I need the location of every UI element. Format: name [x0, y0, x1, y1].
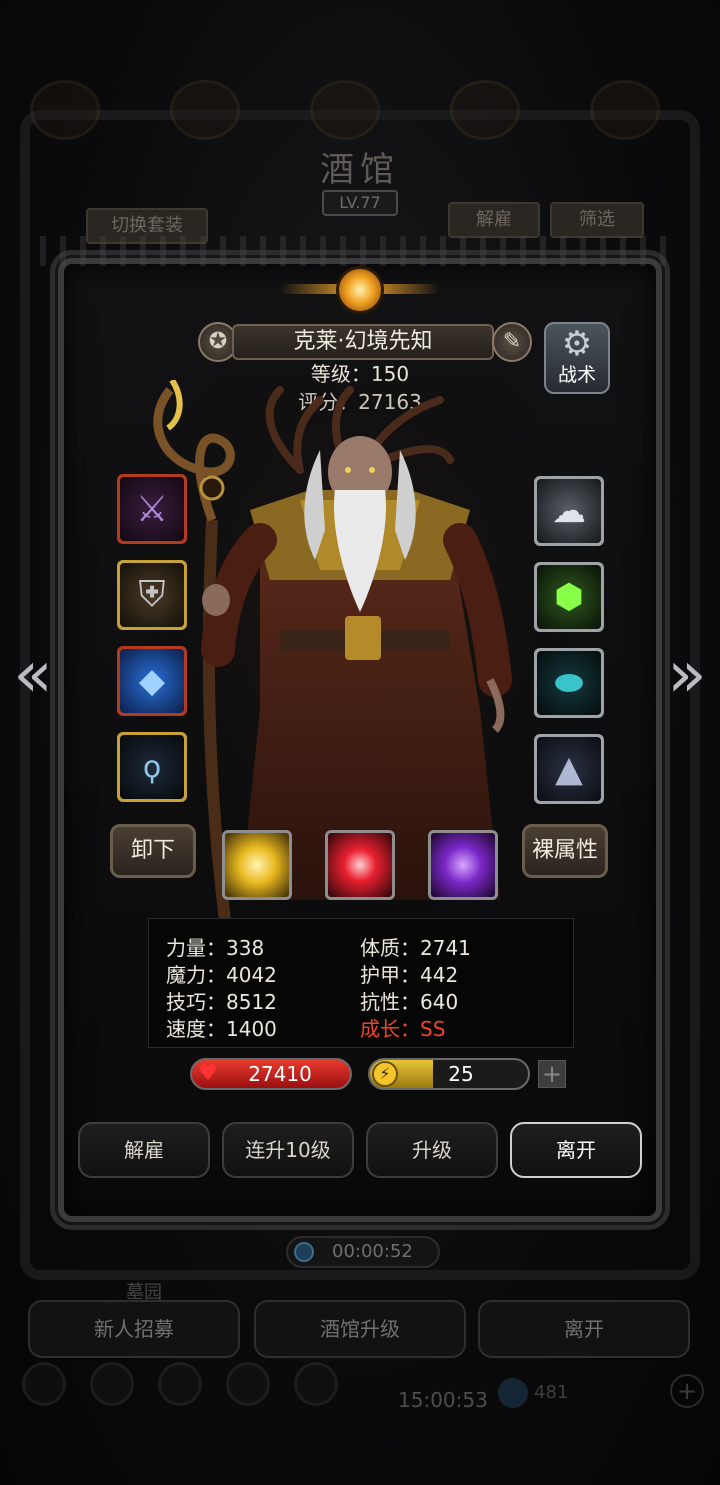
- equip-slot-armor[interactable]: ⛨: [117, 560, 187, 630]
- attr-growth: 成长：SS: [360, 1017, 446, 1041]
- tavern-title: 酒馆: [320, 150, 400, 190]
- hp-bar: ♥ 27410: [190, 1058, 352, 1090]
- unequip-button[interactable]: 卸下: [110, 824, 196, 878]
- level-up-button[interactable]: 升级: [366, 1122, 498, 1178]
- pyramid-icon: ▲: [555, 748, 583, 790]
- equip-slot-necklace[interactable]: ϙ: [117, 732, 187, 802]
- top-icon: [590, 80, 660, 140]
- emblem-icon: [280, 262, 440, 316]
- bottom-nav-icons: [22, 1362, 338, 1406]
- energy-value: 25: [448, 1062, 474, 1086]
- skill-slot-2[interactable]: [325, 830, 395, 900]
- filter-button[interactable]: 筛选: [550, 202, 644, 238]
- dismiss-button[interactable]: 解雇: [78, 1122, 210, 1178]
- bg-dismiss-button[interactable]: 解雇: [448, 202, 540, 238]
- attr-constitution: 体质：2741: [360, 936, 471, 960]
- attr-resistance: 抗性：640: [360, 990, 459, 1014]
- top-icon: [30, 80, 100, 140]
- equip-slot-stone[interactable]: ⬬: [534, 648, 604, 718]
- nav-icon[interactable]: [90, 1362, 134, 1406]
- hero-name: 克莱·幻境先知: [232, 324, 494, 360]
- top-icon: [310, 80, 380, 140]
- top-icon: [450, 80, 520, 140]
- game-clock: 15:00:53: [398, 1388, 488, 1412]
- hp-value: 27410: [248, 1062, 312, 1086]
- rename-icon[interactable]: ✎: [492, 322, 532, 362]
- add-energy-button[interactable]: +: [538, 1060, 566, 1088]
- necklace-icon: ϙ: [142, 749, 162, 785]
- attr-speed: 速度：1400: [166, 1017, 277, 1041]
- tavern-timer: 00:00:52: [286, 1236, 440, 1268]
- attr-armor: 护甲：442: [360, 963, 459, 987]
- recruit-button[interactable]: 新人招募: [28, 1300, 240, 1358]
- staff-icon: ⚔: [135, 488, 169, 530]
- base-attr-button[interactable]: 裸属性: [522, 824, 608, 878]
- upgrade-tavern-button[interactable]: 酒馆升级: [254, 1300, 466, 1358]
- nav-icon[interactable]: [158, 1362, 202, 1406]
- attr-skill: 技巧：8512: [166, 990, 277, 1014]
- leave-button[interactable]: 离开: [510, 1122, 642, 1178]
- nav-icon[interactable]: [294, 1362, 338, 1406]
- gem-count: 481: [534, 1382, 569, 1403]
- skill-slot-1[interactable]: [222, 830, 292, 900]
- equip-slot-cloud[interactable]: ☁: [534, 476, 604, 546]
- top-icon: [170, 80, 240, 140]
- cloud-icon: ☁: [552, 491, 586, 531]
- crystal-icon: ⬢: [554, 577, 584, 617]
- tavern-top-icons: [20, 80, 700, 150]
- bg-leave-button[interactable]: 离开: [478, 1300, 690, 1358]
- equip-slot-weapon[interactable]: ⚔: [117, 474, 187, 544]
- heart-icon: ♥: [198, 1061, 218, 1086]
- attr-strength: 力量：338: [166, 936, 265, 960]
- prev-hero-arrow[interactable]: «: [8, 640, 58, 710]
- attr-magic: 魔力：4042: [166, 963, 277, 987]
- stone-icon: ⬬: [554, 663, 584, 703]
- gear-icon: ⚙: [561, 324, 593, 364]
- equip-slot-gem[interactable]: ◆: [117, 646, 187, 716]
- add-gem-button[interactable]: +: [670, 1374, 704, 1408]
- armor-icon: ⛨: [138, 574, 166, 615]
- tavern-level: LV.77: [322, 190, 398, 216]
- energy-bar: ⚡ 25: [368, 1058, 530, 1090]
- gem-icon: ◆: [138, 661, 166, 701]
- nav-icon[interactable]: [226, 1362, 270, 1406]
- level-up-10-button[interactable]: 连升10级: [222, 1122, 354, 1178]
- equip-slot-crystal[interactable]: ⬢: [534, 562, 604, 632]
- next-hero-arrow[interactable]: »: [662, 640, 712, 710]
- gem-icon: [498, 1378, 528, 1408]
- skill-slot-3[interactable]: [428, 830, 498, 900]
- nav-icon[interactable]: [22, 1362, 66, 1406]
- equip-slot-pyramid[interactable]: ▲: [534, 734, 604, 804]
- timer-icon: [294, 1242, 314, 1262]
